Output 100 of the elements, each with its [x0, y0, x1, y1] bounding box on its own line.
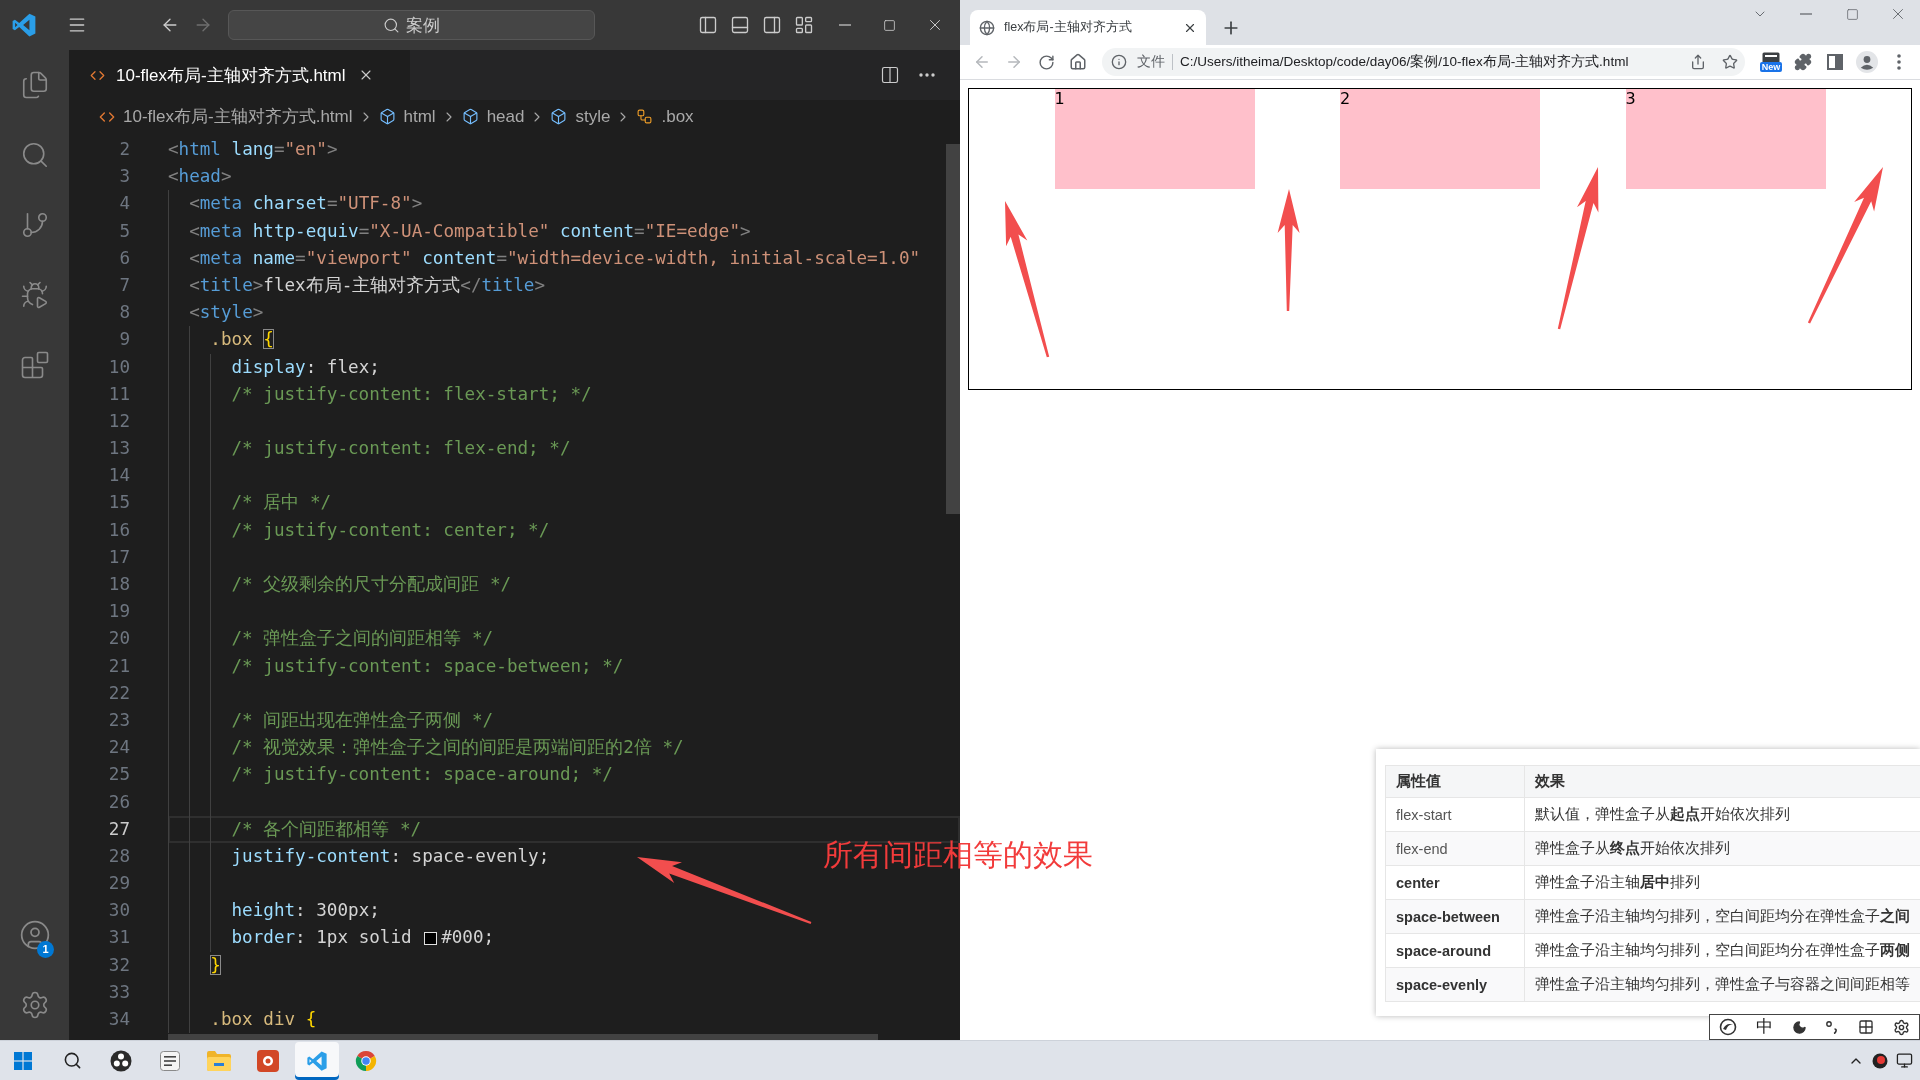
avatar-icon — [1856, 51, 1878, 73]
table-header: 属性值 — [1385, 765, 1525, 798]
search-icon — [62, 1051, 82, 1070]
punctuation-icon — [1825, 1020, 1840, 1034]
browser-tab[interactable]: flex布局-主轴对齐方式 — [970, 10, 1206, 45]
arrow-right-icon — [1005, 53, 1023, 71]
line-number: 3 — [118, 165, 130, 189]
line-number: 14 — [107, 464, 130, 488]
more-icon — [1897, 54, 1901, 70]
moon-icon — [1791, 1019, 1807, 1035]
code-line: justify-content: space-evenly; — [231, 844, 550, 868]
notification-badge: 1 — [37, 941, 54, 958]
extension-button[interactable]: New — [1755, 47, 1787, 77]
line-number: 23 — [107, 708, 130, 732]
line-number: 19 — [107, 600, 130, 624]
code-line: } — [210, 953, 221, 977]
panel-bottom-icon — [730, 15, 750, 35]
split-icon — [880, 65, 900, 85]
keyboard-icon — [1857, 1019, 1874, 1035]
code-line: <meta name="viewport" content="width=device-width, initial-scale=1.0" — [189, 246, 921, 270]
table-cell: center — [1385, 865, 1525, 900]
flex-item: 3 — [1625, 89, 1826, 189]
line-number: 13 — [107, 437, 130, 461]
code-line: /* 父级剩余的尺寸分配成间距 */ — [231, 573, 512, 596]
panel-right-icon — [762, 15, 782, 35]
panel-left-icon — [698, 15, 718, 35]
code-editor-icon — [306, 1049, 328, 1072]
line-number: 22 — [107, 681, 130, 705]
line-number: 25 — [107, 763, 130, 787]
scrollbar-thumb[interactable] — [946, 144, 960, 514]
code-line: height: 300px; — [231, 899, 380, 923]
globe-icon — [979, 19, 995, 36]
layout-icon — [794, 15, 814, 35]
browser-icon — [355, 1049, 377, 1072]
line-number: 20 — [107, 627, 130, 651]
new-badge: New — [1759, 62, 1783, 72]
line-number: 4 — [118, 192, 130, 216]
code-line: /* 弹性盒子之间的间距相等 */ — [231, 627, 494, 651]
line-number: 26 — [107, 790, 130, 814]
line-number: 28 — [107, 844, 130, 868]
input-mode-label[interactable]: 中 — [1756, 1017, 1773, 1037]
code-line: /* justify-content: space-between; */ — [231, 654, 624, 678]
tab-label: 10-flex布局-主轴对齐方式.html — [116, 64, 346, 87]
breadcrumb-item[interactable]: 10-flex布局-主轴对齐方式.html — [99, 103, 353, 130]
disc-icon — [110, 1049, 132, 1072]
code-line: /* 间距出现在弹性盒子两侧 */ — [231, 708, 494, 732]
code-line: .box { — [210, 328, 274, 352]
line-number: 32 — [107, 953, 130, 977]
line-number: 18 — [107, 573, 130, 596]
line-number: 34 — [107, 1008, 130, 1031]
play-bug-icon — [19, 280, 50, 310]
maximize-icon — [1845, 7, 1859, 21]
line-number: 9 — [118, 328, 130, 352]
editor-tab[interactable]: 10-flex布局-主轴对齐方式.html — [69, 50, 410, 100]
settings-icon — [1892, 1018, 1910, 1036]
document-icon — [160, 1050, 180, 1071]
account-icon — [18, 919, 51, 951]
record-icon — [1872, 1052, 1888, 1069]
line-number: 6 — [118, 246, 130, 270]
home-icon — [1069, 53, 1087, 71]
code-line: <meta http-equiv="X-UA-Compatible" content="IE=edge"> — [189, 219, 751, 243]
search-icon — [383, 16, 400, 34]
code-line: <meta charset="UTF-8"> — [189, 192, 423, 216]
command-center-search[interactable]: 案例 — [228, 10, 595, 40]
minimize-icon — [838, 24, 851, 26]
monitor-icon — [1895, 1052, 1913, 1069]
minimize-icon — [1800, 13, 1812, 15]
table-cell: space-around — [1385, 933, 1525, 968]
table-cell: 弹性盒子沿主轴均匀排列，空白间距均分在弹性盒子两侧 — [1524, 933, 1920, 968]
code-line: border: 1px solid — [231, 926, 413, 950]
line-number: 24 — [107, 736, 130, 760]
line-number: 2 — [118, 138, 130, 161]
line-number: 33 — [107, 980, 130, 1004]
flex-item: 1 — [1054, 89, 1255, 189]
table-cell: 弹性盒子沿主轴均匀排列，空白间距均分在弹性盒子之间 — [1524, 899, 1920, 934]
tab-title: flex布局-主轴对齐方式 — [1004, 19, 1132, 36]
code-line: /* 各个间距都相等 */ — [231, 817, 422, 841]
accounts-button[interactable]: 1 — [0, 900, 69, 970]
cube-icon — [550, 108, 568, 125]
url-text: C:/Users/itheima/Desktop/code/day06/案例/10-flex布局-主轴对齐方式.html — [1180, 53, 1629, 71]
code-line: .box div { — [210, 1008, 317, 1031]
table-cell: 弹性盒子沿主轴均匀排列，弹性盒子与容器之间间距相等 — [1524, 967, 1920, 1002]
line-number: 7 — [118, 273, 130, 297]
line-number: 16 — [107, 518, 130, 542]
scrollbar-thumb[interactable] — [168, 1034, 878, 1040]
share-button[interactable] — [1690, 54, 1706, 70]
table-cell: flex-start — [1385, 797, 1525, 832]
breadcrumb-item[interactable]: html — [378, 103, 436, 130]
breadcrumb-item[interactable]: head — [461, 103, 525, 130]
blocks-icon — [19, 350, 50, 380]
address-field[interactable]: 文件 C:/Users/itheima/Desktop/code/day06/案例/10-flex布局-主轴对齐方式.html — [1102, 48, 1745, 76]
info-icon — [1111, 54, 1127, 70]
line-number: 31 — [107, 926, 130, 950]
bookmark-button[interactable] — [1722, 54, 1738, 70]
breadcrumb-item[interactable]: .box — [636, 103, 694, 130]
code-line: <head> — [168, 165, 232, 189]
folder-icon — [207, 1050, 231, 1071]
reload-icon — [1037, 53, 1055, 71]
breadcrumb-item[interactable]: style — [550, 103, 611, 130]
table-cell: 弹性盒子沿主轴居中排列 — [1524, 865, 1920, 900]
